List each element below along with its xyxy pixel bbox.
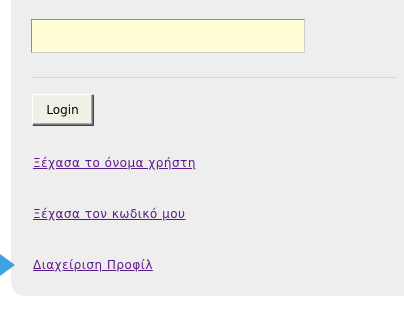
divider [31, 77, 397, 78]
login-input[interactable] [31, 19, 305, 53]
forgot-password-link[interactable]: Ξέχασα τον κωδικό μου [33, 207, 186, 221]
arrow-pointer-icon [0, 254, 15, 276]
manage-profile-link[interactable]: Διαχείριση Προφίλ [33, 258, 153, 272]
login-panel: Login Ξέχασα το όνομα χρήστη Ξέχασα τον … [11, 0, 404, 296]
login-button[interactable]: Login [32, 94, 93, 125]
forgot-username-link[interactable]: Ξέχασα το όνομα χρήστη [33, 156, 196, 170]
